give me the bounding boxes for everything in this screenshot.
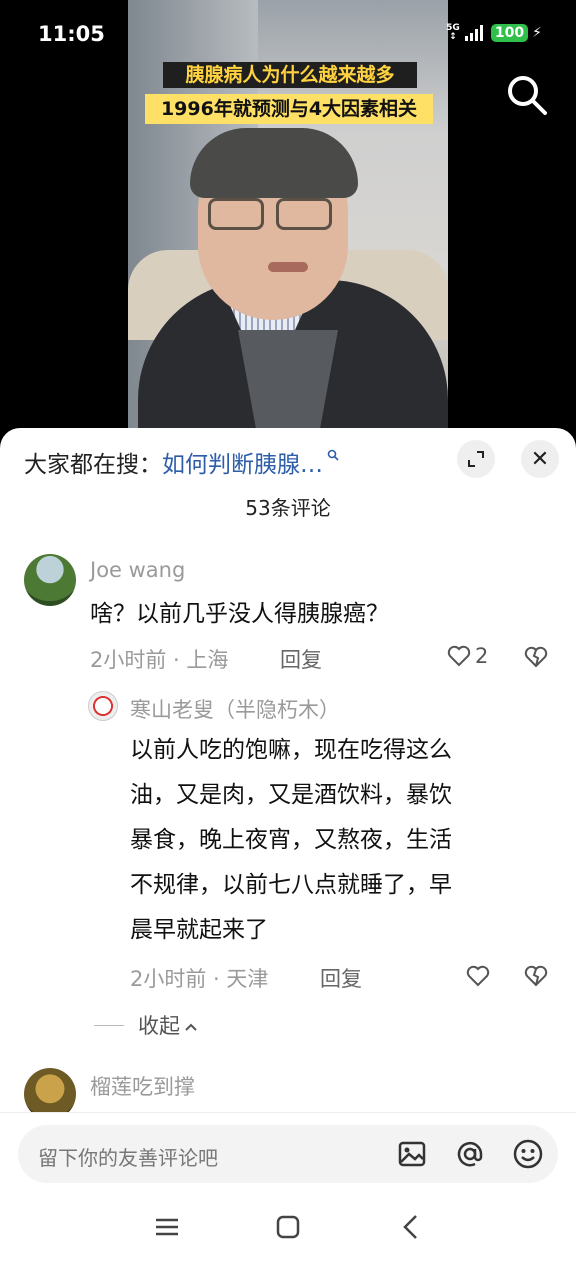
- like-button[interactable]: [466, 965, 490, 987]
- comment-text-line: 油，又是肉，又是酒饮料，暴饮: [130, 782, 452, 808]
- network-type: 5G ↕: [446, 23, 460, 42]
- menu-icon[interactable]: [152, 1212, 182, 1242]
- hot-search-prefix: 大家都在搜：: [24, 452, 162, 478]
- comment-time-location: 2小时前 · 上海: [90, 648, 229, 672]
- comment-input-placeholder: 留下你的友善评论吧: [38, 1146, 218, 1170]
- status-indicators: 5G ↕ 100 ⚡: [445, 24, 542, 42]
- comment-text[interactable]: 啥？以前几乎没人得胰腺癌？: [90, 592, 389, 637]
- reply-button[interactable]: 回复: [320, 963, 362, 993]
- home-icon[interactable]: [273, 1212, 303, 1242]
- comment-time-location: 2小时前 · 天津: [130, 967, 269, 991]
- close-icon[interactable]: ✕: [521, 440, 559, 478]
- like-count: 2: [475, 644, 489, 668]
- broken-heart-icon[interactable]: [524, 646, 548, 672]
- mention-icon[interactable]: [454, 1138, 486, 1170]
- image-icon[interactable]: [396, 1138, 428, 1170]
- comment-text-line: 晨早就起来了: [130, 917, 268, 943]
- comment-text-line: 不规律，以前七八点就睡了，早: [130, 872, 452, 898]
- hot-search-query[interactable]: 如何判断胰腺…: [162, 445, 323, 479]
- heart-icon: [447, 645, 471, 667]
- broken-heart-icon[interactable]: [524, 965, 548, 991]
- status-time: 11:05: [38, 22, 105, 46]
- search-icon[interactable]: [506, 74, 548, 116]
- battery-indicator: 100: [490, 24, 529, 42]
- comment-username[interactable]: 寒山老叟（半隐朽木）: [130, 694, 340, 724]
- comment-username[interactable]: Joe wang: [90, 558, 185, 582]
- comment-username[interactable]: 榴莲吃到撑: [90, 1071, 195, 1101]
- hot-search-banner[interactable]: 大家都在搜： 如何判断胰腺…: [24, 445, 339, 479]
- status-bar: 11:05 5G ↕ 100 ⚡: [0, 0, 576, 70]
- like-button[interactable]: 2: [447, 644, 488, 668]
- expand-icon[interactable]: [457, 440, 495, 478]
- avatar[interactable]: [24, 554, 76, 606]
- comment-text-line: 以前人吃的饱嘛，现在吃得这么: [130, 737, 452, 763]
- video-caption-subtitle: 1996年就预测与4大因素相关: [145, 94, 433, 124]
- comment-text-line: 暴食，晚上夜宵，又熬夜，生活: [130, 827, 452, 853]
- comment-sheet: 大家都在搜： 如何判断胰腺… ✕ 53条评论 Joe wang 啥？以前几乎没人…: [0, 428, 576, 1280]
- comment-count: 53条评论: [245, 496, 331, 520]
- avatar[interactable]: [88, 691, 118, 721]
- charging-icon: ⚡: [532, 25, 542, 41]
- system-nav-bar: [0, 1190, 576, 1280]
- glasses: [208, 198, 338, 232]
- search-icon: [327, 449, 339, 465]
- reply-button[interactable]: 回复: [280, 644, 322, 674]
- emoji-icon[interactable]: [512, 1138, 544, 1170]
- back-icon[interactable]: [396, 1212, 426, 1242]
- signal-icon: [464, 25, 483, 41]
- comment-input[interactable]: 留下你的友善评论吧: [18, 1125, 558, 1183]
- collapse-replies-button[interactable]: 收起: [94, 1010, 198, 1040]
- chevron-up-icon: [184, 1013, 198, 1037]
- heart-icon: [466, 965, 490, 987]
